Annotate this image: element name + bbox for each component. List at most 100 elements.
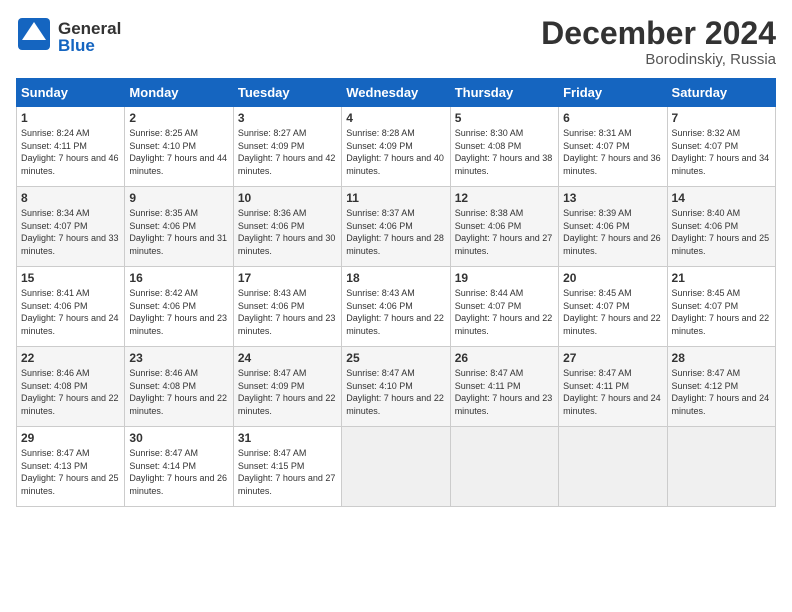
calendar-cell: 5Sunrise: 8:30 AMSunset: 4:08 PMDaylight… [450,107,558,187]
day-number: 27 [563,351,662,365]
calendar-cell [559,427,667,507]
calendar-cell: 17 Sunrise: 8:43 AMSunset: 4:06 PMDayligh… [233,267,341,347]
day-number: 17 [238,271,337,285]
cell-info: Sunrise: 8:32 AMSunset: 4:07 PMDaylight:… [672,127,771,177]
cell-info: Sunrise: 8:47 AMSunset: 4:12 PMDaylight:… [672,367,771,417]
week-row-3: 15 Sunrise: 8:41 AMSunset: 4:06 PMDayligh… [17,267,776,347]
calendar-cell: 18 Sunrise: 8:43 AMSunset: 4:06 PMDayligh… [342,267,450,347]
calendar-cell: 2 Sunrise: 8:25 AMSunset: 4:10 PMDaylight… [125,107,233,187]
calendar-cell: 23 Sunrise: 8:46 AMSunset: 4:08 PMDayligh… [125,347,233,427]
cell-info: Sunrise: 8:47 AMSunset: 4:13 PMDaylight:… [21,447,120,497]
calendar-cell: 1Sunrise: 8:24 AMSunset: 4:11 PMDaylight… [17,107,125,187]
day-number: 26 [455,351,554,365]
day-number: 6 [563,111,662,125]
cell-info: Sunrise: 8:39 AMSunset: 4:06 PMDaylight:… [563,207,662,257]
day-number: 11 [346,191,445,205]
logo: General Blue [16,16,121,57]
calendar-cell: 19 Sunrise: 8:44 AMSunset: 4:07 PMDayligh… [450,267,558,347]
day-number: 16 [129,271,228,285]
day-number: 12 [455,191,554,205]
week-row-1: 1Sunrise: 8:24 AMSunset: 4:11 PMDaylight… [17,107,776,187]
calendar-cell: 30 Sunrise: 8:47 AMSunset: 4:14 PMDayligh… [125,427,233,507]
day-number: 10 [238,191,337,205]
calendar-cell: 4 Sunrise: 8:28 AMSunset: 4:09 PMDaylight… [342,107,450,187]
calendar-cell [450,427,558,507]
day-number: 18 [346,271,445,285]
logo-words: General Blue [58,20,121,54]
day-number: 1 [21,111,120,125]
header-day-monday: Monday [125,79,233,107]
cell-info: Sunrise: 8:28 AMSunset: 4:09 PMDaylight:… [346,127,445,177]
week-row-2: 8 Sunrise: 8:34 AMSunset: 4:07 PMDaylight… [17,187,776,267]
day-number: 3 [238,111,337,125]
calendar-cell: 7 Sunrise: 8:32 AMSunset: 4:07 PMDaylight… [667,107,775,187]
logo-blue-text: Blue [58,37,121,54]
week-row-4: 22 Sunrise: 8:46 AMSunset: 4:08 PMDayligh… [17,347,776,427]
calendar-cell [667,427,775,507]
cell-info: Sunrise: 8:27 AMSunset: 4:09 PMDaylight:… [238,127,337,177]
header-day-tuesday: Tuesday [233,79,341,107]
day-number: 8 [21,191,120,205]
month-title: December 2024 [541,16,776,51]
day-number: 23 [129,351,228,365]
cell-info: Sunrise: 8:41 AMSunset: 4:06 PMDaylight:… [21,287,120,337]
cell-info: Sunrise: 8:45 AMSunset: 4:07 PMDaylight:… [672,287,771,337]
header: General Blue December 2024 Borodinskiy, … [16,16,776,68]
day-number: 30 [129,431,228,445]
calendar-cell: 15 Sunrise: 8:41 AMSunset: 4:06 PMDayligh… [17,267,125,347]
cell-info: Sunrise: 8:46 AMSunset: 4:08 PMDaylight:… [129,367,228,417]
calendar-cell: 28 Sunrise: 8:47 AMSunset: 4:12 PMDayligh… [667,347,775,427]
cell-info: Sunrise: 8:37 AMSunset: 4:06 PMDaylight:… [346,207,445,257]
logo-icon [16,16,52,57]
cell-info: Sunrise: 8:31 AMSunset: 4:07 PMDaylight:… [563,127,662,177]
calendar-cell: 3 Sunrise: 8:27 AMSunset: 4:09 PMDaylight… [233,107,341,187]
day-number: 19 [455,271,554,285]
calendar-cell: 8 Sunrise: 8:34 AMSunset: 4:07 PMDaylight… [17,187,125,267]
calendar-cell: 27 Sunrise: 8:47 AMSunset: 4:11 PMDayligh… [559,347,667,427]
day-number: 4 [346,111,445,125]
day-number: 14 [672,191,771,205]
cell-info: Sunrise: 8:43 AMSunset: 4:06 PMDaylight:… [238,287,337,337]
cell-info: Sunrise: 8:34 AMSunset: 4:07 PMDaylight:… [21,207,120,257]
cell-info: Sunrise: 8:43 AMSunset: 4:06 PMDaylight:… [346,287,445,337]
day-number: 7 [672,111,771,125]
cell-info: Sunrise: 8:47 AMSunset: 4:11 PMDaylight:… [563,367,662,417]
calendar-cell: 11 Sunrise: 8:37 AMSunset: 4:06 PMDayligh… [342,187,450,267]
title-section: December 2024 Borodinskiy, Russia [541,16,776,68]
day-number: 2 [129,111,228,125]
calendar-cell: 25Sunrise: 8:47 AMSunset: 4:10 PMDayligh… [342,347,450,427]
day-number: 22 [21,351,120,365]
logo-general-text: General [58,20,121,37]
day-number: 31 [238,431,337,445]
calendar-cell: 29 Sunrise: 8:47 AMSunset: 4:13 PMDayligh… [17,427,125,507]
cell-info: Sunrise: 8:42 AMSunset: 4:06 PMDaylight:… [129,287,228,337]
day-number: 15 [21,271,120,285]
cell-info: Sunrise: 8:38 AMSunset: 4:06 PMDaylight:… [455,207,554,257]
header-day-friday: Friday [559,79,667,107]
calendar-cell: 9Sunrise: 8:35 AMSunset: 4:06 PMDaylight… [125,187,233,267]
day-number: 9 [129,191,228,205]
calendar-cell: 14 Sunrise: 8:40 AMSunset: 4:06 PMDayligh… [667,187,775,267]
header-day-wednesday: Wednesday [342,79,450,107]
calendar-cell: 13 Sunrise: 8:39 AMSunset: 4:06 PMDayligh… [559,187,667,267]
calendar-cell: 6 Sunrise: 8:31 AMSunset: 4:07 PMDaylight… [559,107,667,187]
calendar-cell: 20Sunrise: 8:45 AMSunset: 4:07 PMDayligh… [559,267,667,347]
day-number: 28 [672,351,771,365]
calendar-cell: 16 Sunrise: 8:42 AMSunset: 4:06 PMDayligh… [125,267,233,347]
header-day-saturday: Saturday [667,79,775,107]
day-number: 29 [21,431,120,445]
calendar-cell: 31Sunrise: 8:47 AMSunset: 4:15 PMDayligh… [233,427,341,507]
header-day-sunday: Sunday [17,79,125,107]
cell-info: Sunrise: 8:36 AMSunset: 4:06 PMDaylight:… [238,207,337,257]
cell-info: Sunrise: 8:47 AMSunset: 4:10 PMDaylight:… [346,367,445,417]
cell-info: Sunrise: 8:44 AMSunset: 4:07 PMDaylight:… [455,287,554,337]
cell-info: Sunrise: 8:45 AMSunset: 4:07 PMDaylight:… [563,287,662,337]
cell-info: Sunrise: 8:47 AMSunset: 4:14 PMDaylight:… [129,447,228,497]
cell-info: Sunrise: 8:25 AMSunset: 4:10 PMDaylight:… [129,127,228,177]
day-number: 13 [563,191,662,205]
cell-info: Sunrise: 8:46 AMSunset: 4:08 PMDaylight:… [21,367,120,417]
page-container: General Blue December 2024 Borodinskiy, … [0,0,792,515]
calendar-table: SundayMondayTuesdayWednesdayThursdayFrid… [16,78,776,507]
cell-info: Sunrise: 8:40 AMSunset: 4:06 PMDaylight:… [672,207,771,257]
header-row: SundayMondayTuesdayWednesdayThursdayFrid… [17,79,776,107]
